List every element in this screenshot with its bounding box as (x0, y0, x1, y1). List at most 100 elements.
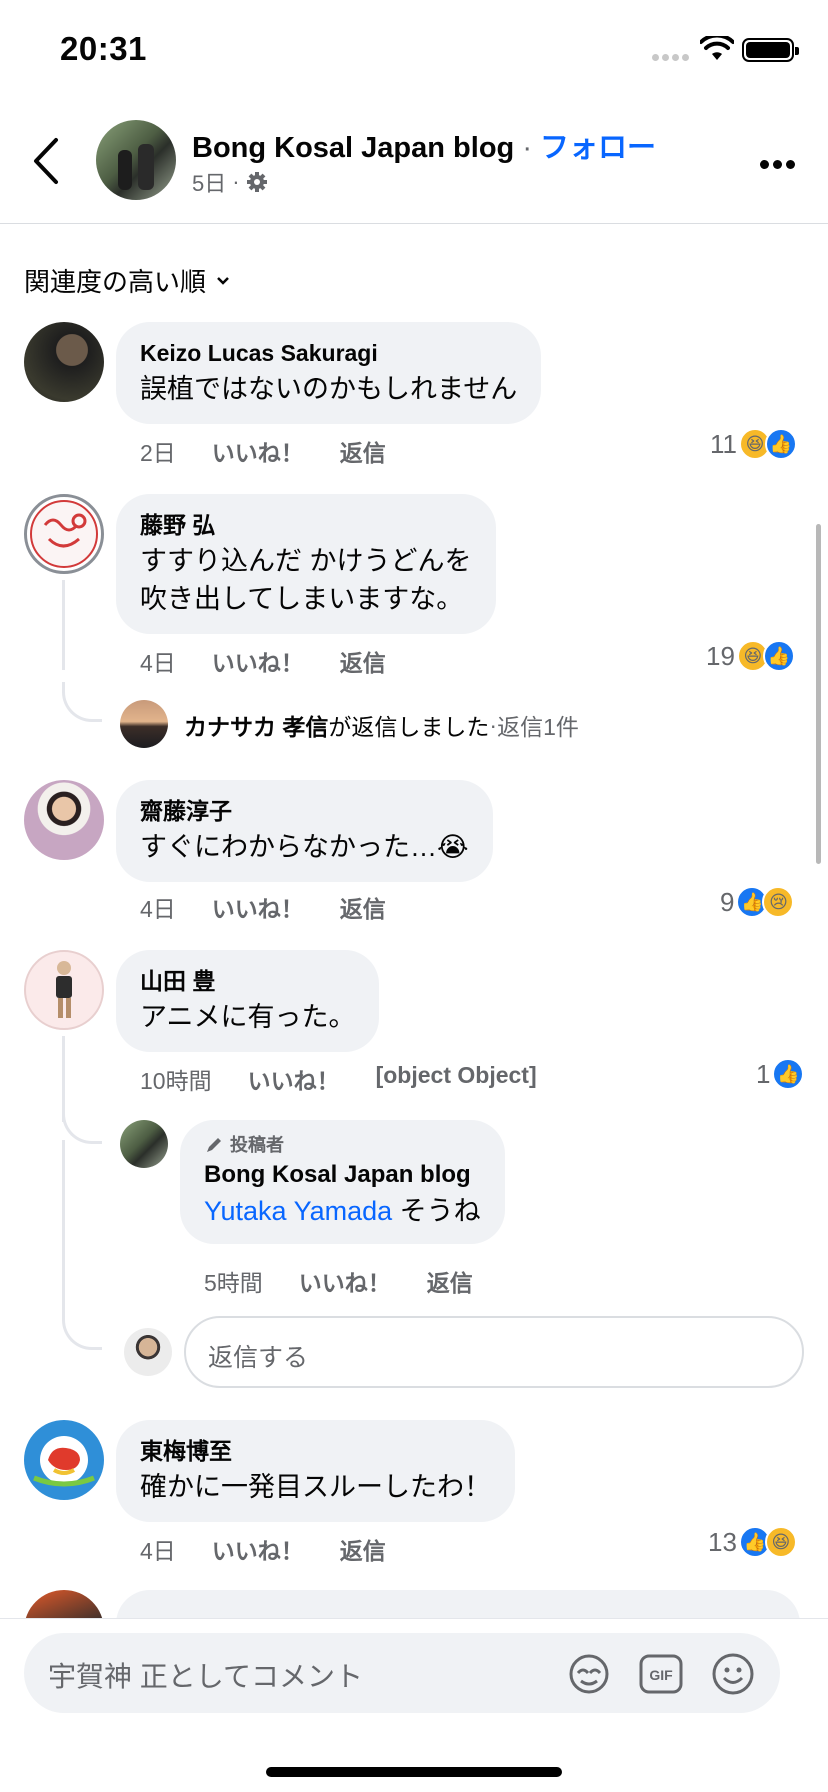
emoji-icon[interactable] (710, 1651, 756, 1697)
reply-bubble[interactable]: 投稿者 Bong Kosal Japan blog Yutaka Yamada … (180, 1120, 505, 1244)
comment-author[interactable]: 齋藤淳子 (140, 794, 469, 828)
logo-illustration (33, 1436, 95, 1487)
comment-actions: 4日 いいね！ 返信 (140, 890, 386, 924)
avatar[interactable] (120, 1120, 168, 1168)
reply-author[interactable]: Bong Kosal Japan blog (204, 1158, 481, 1192)
reply-text-body: そうね (392, 1196, 481, 1226)
comment-actions: 4日 いいね！ 返信 (140, 1532, 386, 1566)
comment-text-line: すすり込んだ かけうどんを (140, 546, 472, 576)
thread-line (62, 580, 65, 670)
reply-button[interactable]: 返信 (340, 1532, 386, 1566)
comment-composer-bar: 宇賀神 正としてコメント GIF (0, 1618, 828, 1792)
comment-actions: 4日 いいね！ 返信 (140, 644, 386, 678)
comment-time: 2日 (140, 440, 176, 466)
chevron-down-icon (217, 276, 229, 285)
reaction-count: 1 (756, 1058, 771, 1089)
reply-button[interactable]: 返信 (340, 890, 386, 924)
like-icon: 👍 (765, 428, 797, 460)
comment-author[interactable]: 山田 豊 (140, 964, 355, 998)
reply-input-placeholder: 返信する (208, 1344, 309, 1372)
status-time: 20:31 (60, 30, 147, 67)
comment-bubble[interactable]: 藤野 弘 すすり込んだ かけうどんを 吹き出してしまいますな。 (116, 494, 496, 634)
sort-label: 関連度の高い順 (24, 267, 207, 297)
post-age: 5日 (192, 171, 227, 196)
comment-input[interactable]: 宇賀神 正としてコメント GIF (24, 1633, 780, 1713)
reply-time: 5時間 (204, 1270, 263, 1296)
thread-curve (62, 1310, 102, 1350)
reaction-summary[interactable]: 11 😆 👍 (710, 428, 797, 460)
like-button[interactable]: いいね！ (212, 434, 304, 468)
comment-text-line: 吹き出してしまいますな。 (140, 584, 464, 614)
page-avatar[interactable] (96, 120, 176, 200)
thread-curve (62, 1108, 102, 1144)
reply-button[interactable]: 返信 (427, 1264, 473, 1298)
like-button[interactable]: いいね！ (212, 890, 304, 924)
replies-summary[interactable]: カナサカ 孝信 が返信しました · 返信1件 (184, 708, 579, 742)
avatar[interactable] (24, 322, 104, 402)
comment-text: すぐにわからなかった…😭 (140, 832, 469, 862)
avatar[interactable] (24, 950, 104, 1030)
avatar-sticker-icon[interactable] (566, 1651, 612, 1697)
author-badge-label: 投稿者 (230, 1135, 284, 1155)
like-button[interactable]: いいね！ (248, 1062, 340, 1096)
signal-icon (652, 48, 692, 66)
scrollbar[interactable] (816, 524, 821, 864)
comment-text: 確かに一発目スルーしたわ！ (140, 1472, 491, 1502)
comment-author[interactable]: 藤野 弘 (140, 508, 472, 542)
avatar[interactable] (24, 780, 104, 860)
reaction-count: 13 (708, 1526, 737, 1557)
reply-action: が返信しました (328, 714, 490, 740)
page-name[interactable]: Bong Kosal Japan blog (192, 132, 514, 164)
stamp-logo (30, 500, 98, 568)
reaction-count: 11 (710, 428, 737, 459)
comment-time: 4日 (140, 1538, 176, 1564)
status-bar: 20:31 (0, 0, 828, 100)
comment-input-placeholder: 宇賀神 正としてコメント (48, 1661, 363, 1692)
comment-actions: 2日 いいね！ 返信 (140, 434, 386, 468)
avatar[interactable] (24, 494, 104, 574)
comment-bubble[interactable]: 山田 豊 アニメに有った。 (116, 950, 380, 1052)
reply-button[interactable]: [object Object] (376, 1062, 537, 1096)
more-icon[interactable] (760, 156, 799, 174)
reaction-summary[interactable]: 1 👍 (756, 1058, 805, 1090)
sort-dropdown[interactable]: 関連度の高い順 (24, 262, 230, 299)
haha-icon: 😆 (764, 1526, 797, 1558)
reaction-summary[interactable]: 13 👍 😆 (708, 1526, 797, 1558)
comment-author[interactable]: Keizo Lucas Sakuragi (140, 336, 517, 370)
reply-button[interactable]: 返信 (340, 434, 386, 468)
follow-button[interactable]: フォロー (540, 132, 656, 164)
like-icon: 👍 (762, 640, 795, 672)
reaction-count: 9 (720, 886, 735, 917)
avatar[interactable] (24, 1420, 104, 1500)
like-button[interactable]: いいね！ (212, 1532, 304, 1566)
reaction-count: 19 (706, 640, 735, 671)
figure-illustration (56, 961, 72, 1018)
comment-bubble[interactable]: 齋藤淳子 すぐにわからなかった…😭 (116, 780, 493, 882)
reaction-summary[interactable]: 19 😆 👍 (706, 640, 795, 672)
gif-icon[interactable]: GIF (638, 1651, 684, 1697)
pencil-icon (207, 1138, 221, 1152)
reply-button[interactable]: 返信 (340, 644, 386, 678)
reply-input[interactable]: 返信する (184, 1316, 804, 1388)
comment-bubble[interactable]: 東梅博至 確かに一発目スルーしたわ！ (116, 1420, 515, 1522)
gif-label: GIF (649, 1667, 673, 1683)
back-chevron-icon[interactable] (28, 136, 68, 186)
reaction-summary[interactable]: 9 👍 😢 (720, 886, 795, 918)
reply-text: Yutaka Yamada そうね (204, 1192, 481, 1230)
comment-actions: 10時間 いいね！ [object Object] (140, 1062, 537, 1096)
comment-time: 4日 (140, 650, 176, 676)
like-button[interactable]: いいね！ (212, 644, 304, 678)
author-badge: 投稿者 (204, 1132, 481, 1158)
post-meta: 5日 · (192, 166, 268, 198)
reply-separator: · (489, 711, 498, 738)
thread-curve (62, 682, 102, 722)
wifi-icon (700, 36, 734, 60)
mention-tag[interactable]: Yutaka Yamada (204, 1196, 392, 1226)
page-title: Bong Kosal Japan blog · フォロー (192, 124, 656, 166)
comment-author[interactable]: 東梅博至 (140, 1434, 491, 1468)
comment-bubble[interactable]: Keizo Lucas Sakuragi 誤植ではないのかもしれません (116, 322, 542, 424)
like-button[interactable]: いいね！ (299, 1264, 391, 1298)
comment-time: 4日 (140, 896, 176, 922)
avatar[interactable] (120, 700, 168, 748)
reply-actions: 5時間 いいね！ 返信 (204, 1264, 473, 1298)
